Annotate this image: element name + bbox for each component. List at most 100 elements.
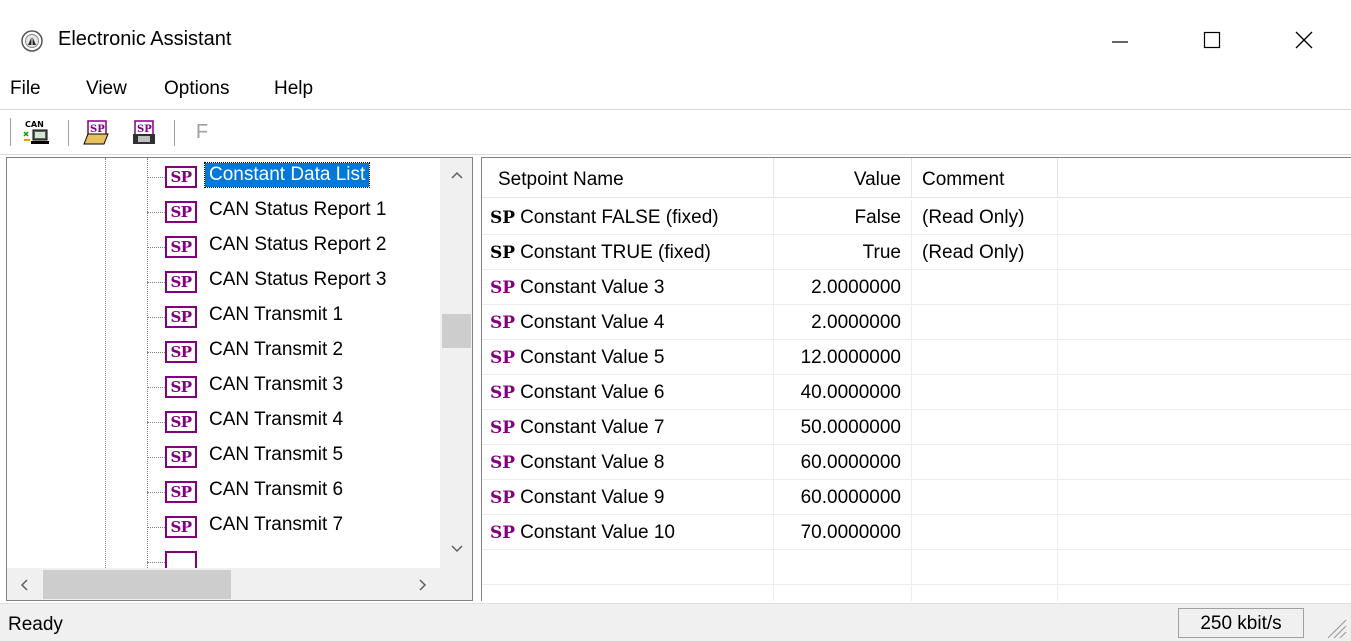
menu-help[interactable]: Help <box>274 78 313 100</box>
empty-column <box>1058 515 1351 550</box>
setpoint-comment <box>912 305 1058 340</box>
tree-item-can-transmit-3[interactable]: SP CAN Transmit 3 <box>147 370 437 402</box>
list-row[interactable]: SP Constant Value 10 70.0000000 <box>482 515 1351 550</box>
setpoint-comment <box>912 270 1058 305</box>
column-header-comment[interactable]: Comment <box>912 158 1058 198</box>
scroll-down-button[interactable] <box>440 532 472 566</box>
setpoint-comment: (Read Only) <box>912 200 1058 235</box>
empty-column <box>1058 235 1351 270</box>
sp-list-icon: SP <box>165 341 197 363</box>
maximize-button[interactable] <box>1166 14 1258 66</box>
minimize-button[interactable] <box>1074 14 1166 66</box>
sp-list-icon: SP <box>165 271 197 293</box>
column-header-setpoint-name[interactable]: Setpoint Name <box>482 158 774 198</box>
setpoint-name-cell: SP Constant FALSE (fixed) <box>482 200 774 235</box>
resize-grip-icon[interactable] <box>1320 612 1348 640</box>
sp-prefix-icon: SP <box>490 488 516 508</box>
sp-save-button[interactable]: SP <box>128 116 160 148</box>
list-row[interactable]: SP Constant TRUE (fixed) True (Read Only) <box>482 235 1351 270</box>
setpoint-comment <box>912 515 1058 550</box>
app-icon[interactable] <box>21 30 43 52</box>
setpoint-value[interactable]: True <box>774 235 912 270</box>
list-row[interactable]: SP Constant Value 9 60.0000000 <box>482 480 1351 515</box>
tree-item-can-transmit-6[interactable]: SP CAN Transmit 6 <box>147 475 437 507</box>
maximize-icon <box>1203 31 1221 49</box>
column-header-value[interactable]: Value <box>774 158 912 198</box>
setpoint-name-cell: SP Constant Value 6 <box>482 375 774 410</box>
setpoint-name-cell: SP Constant TRUE (fixed) <box>482 235 774 270</box>
setpoint-value[interactable]: 70.0000000 <box>774 515 912 550</box>
f-button[interactable]: F <box>186 116 218 148</box>
can-connect-button[interactable]: CAN <box>20 116 52 148</box>
setpoint-list[interactable]: Setpoint Name Value Comment SP Constant F… <box>481 157 1351 601</box>
tree-item-label: CAN Transmit 7 <box>209 514 344 535</box>
list-row-empty <box>482 585 1351 601</box>
scrollbar-thumb[interactable] <box>442 314 471 348</box>
sp-list-icon: SP <box>165 306 197 328</box>
setpoint-tree[interactable]: SP Constant Data List SP CAN Status Repo… <box>6 157 473 601</box>
tree-item-can-transmit-1[interactable]: SP CAN Transmit 1 <box>147 300 437 332</box>
list-row[interactable]: SP Constant Value 3 2.0000000 <box>482 270 1351 305</box>
menu-file[interactable]: File <box>10 78 41 100</box>
f-icon: F <box>195 120 209 143</box>
tree-item-can-transmit-2[interactable]: SP CAN Transmit 2 <box>147 335 437 367</box>
setpoint-name: Constant Value 8 <box>520 452 665 473</box>
sp-prefix-icon: SP <box>490 208 516 228</box>
scroll-corner <box>440 568 472 600</box>
close-button[interactable] <box>1258 14 1350 66</box>
setpoint-value[interactable]: 2.0000000 <box>774 270 912 305</box>
sp-open-button[interactable]: SP <box>80 116 112 148</box>
setpoint-value[interactable]: False <box>774 200 912 235</box>
setpoint-value[interactable]: 60.0000000 <box>774 480 912 515</box>
sp-list-icon: SP <box>165 516 197 538</box>
scroll-up-button[interactable] <box>440 158 472 192</box>
setpoint-comment <box>912 340 1058 375</box>
list-row[interactable]: SP Constant Value 4 2.0000000 <box>482 305 1351 340</box>
setpoint-value[interactable]: 12.0000000 <box>774 340 912 375</box>
tree-item-can-status-report-3[interactable]: SP CAN Status Report 3 <box>147 265 437 297</box>
bitrate-indicator: 250 kbit/s <box>1178 608 1304 638</box>
empty-column <box>1058 200 1351 235</box>
setpoint-name-cell: SP Constant Value 5 <box>482 340 774 375</box>
menu-view[interactable]: View <box>86 78 127 100</box>
tree-item-partial[interactable] <box>147 545 437 568</box>
tree-horizontal-scrollbar[interactable] <box>7 568 440 600</box>
menu-options[interactable]: Options <box>164 78 229 100</box>
list-row[interactable]: SP Constant FALSE (fixed) False (Read Only) <box>482 200 1351 235</box>
scrollbar-thumb[interactable] <box>43 570 231 599</box>
sp-save-icon-text: SP <box>137 124 152 135</box>
tree-item-can-transmit-4[interactable]: SP CAN Transmit 4 <box>147 405 437 437</box>
setpoint-name: Constant FALSE (fixed) <box>520 207 719 228</box>
chevron-right-icon <box>419 578 427 591</box>
chevron-left-icon <box>20 578 28 591</box>
sp-open-icon: SP <box>83 120 109 145</box>
sp-prefix-icon: SP <box>490 313 516 333</box>
scroll-left-button[interactable] <box>7 568 41 600</box>
scroll-right-button[interactable] <box>406 568 440 600</box>
tree-item-label: CAN Status Report 3 <box>209 269 387 290</box>
list-row[interactable]: SP Constant Value 6 40.0000000 <box>482 375 1351 410</box>
sp-list-icon: SP <box>165 481 197 503</box>
tree-item-can-status-report-2[interactable]: SP CAN Status Report 2 <box>147 230 437 262</box>
list-row[interactable]: SP Constant Value 5 12.0000000 <box>482 340 1351 375</box>
tree-item-constant-data-list[interactable]: SP Constant Data List <box>147 160 437 192</box>
tree-item-label: CAN Transmit 5 <box>209 444 344 465</box>
tree-item-can-transmit-5[interactable]: SP CAN Transmit 5 <box>147 440 437 472</box>
tree-vertical-scrollbar[interactable] <box>440 158 472 568</box>
setpoint-name: Constant Value 6 <box>520 382 665 403</box>
toolbar-grip[interactable] <box>7 118 11 146</box>
setpoint-comment <box>912 585 1058 601</box>
setpoint-value[interactable]: 2.0000000 <box>774 305 912 340</box>
setpoint-value[interactable]: 60.0000000 <box>774 445 912 480</box>
setpoint-value[interactable]: 50.0000000 <box>774 410 912 445</box>
setpoint-value[interactable]: 40.0000000 <box>774 375 912 410</box>
setpoint-name: Constant Value 3 <box>520 277 665 298</box>
sp-prefix-icon: SP <box>490 453 516 473</box>
tree-item-can-status-report-1[interactable]: SP CAN Status Report 1 <box>147 195 437 227</box>
tree-guide-line <box>105 158 106 568</box>
empty-column <box>1058 375 1351 410</box>
list-row[interactable]: SP Constant Value 8 60.0000000 <box>482 445 1351 480</box>
list-row[interactable]: SP Constant Value 7 50.0000000 <box>482 410 1351 445</box>
sp-prefix-icon: SP <box>490 523 516 543</box>
tree-item-can-transmit-7[interactable]: SP CAN Transmit 7 <box>147 510 437 542</box>
